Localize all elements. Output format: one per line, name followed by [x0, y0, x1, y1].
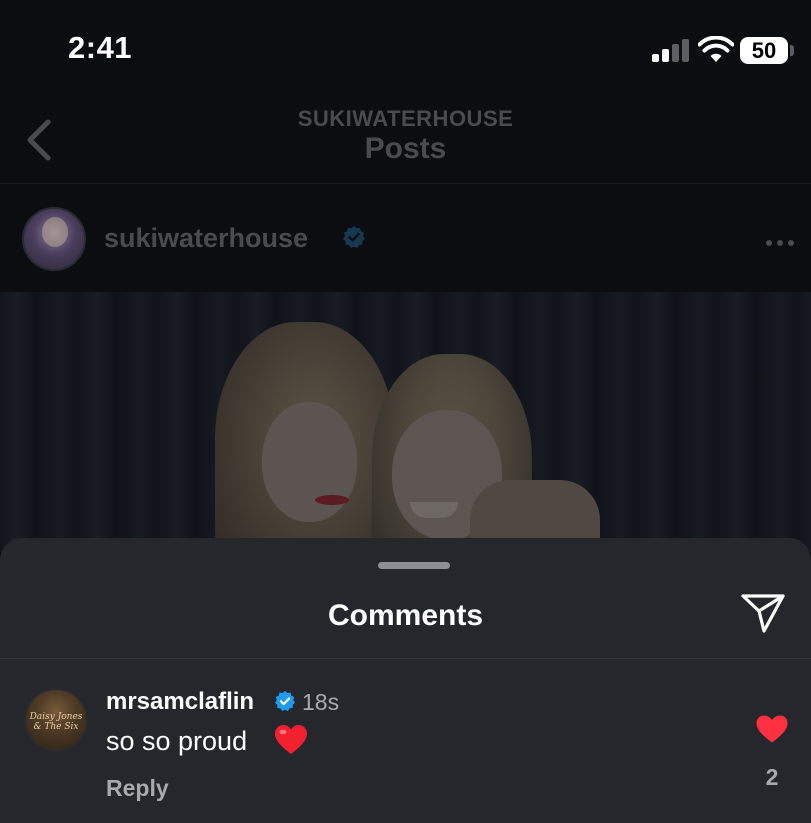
battery-indicator: 50 — [740, 37, 788, 64]
comment-timestamp: 18s — [302, 689, 340, 715]
post-image — [0, 292, 811, 552]
verified-badge-icon — [343, 226, 365, 248]
reply-button[interactable]: Reply — [106, 775, 169, 802]
comments-sheet: Comments Daisy Jones & The Six mrsamclaf… — [0, 538, 811, 823]
status-bar: 2:41 50 — [0, 0, 811, 96]
page-header: SUKIWATERHOUSE Posts — [0, 96, 811, 184]
avatar[interactable] — [22, 207, 86, 271]
cellular-signal-icon — [652, 38, 690, 62]
comment-text: so so proud — [106, 726, 248, 756]
comment-username[interactable]: mrsamclaflin — [106, 688, 254, 716]
wifi-icon — [698, 36, 734, 62]
like-count: 2 — [765, 764, 779, 790]
post-username[interactable]: sukiwaterhouse — [104, 223, 308, 254]
more-horizontal-icon[interactable] — [766, 233, 802, 246]
comments-title: Comments — [327, 599, 484, 632]
status-time: 2:41 — [68, 30, 133, 65]
divider — [0, 658, 811, 659]
verified-badge-icon — [275, 690, 295, 712]
heart-filled-icon[interactable] — [755, 714, 789, 744]
avatar[interactable]: Daisy Jones & The Six — [24, 688, 88, 752]
red-heart-emoji — [275, 725, 307, 754]
sheet-drag-handle[interactable] — [378, 562, 450, 569]
header-subtitle: SUKIWATERHOUSE — [297, 106, 514, 131]
send-icon[interactable] — [740, 592, 786, 634]
page-title: Posts — [364, 132, 447, 165]
battery-tip — [790, 45, 794, 56]
post-header: sukiwaterhouse — [0, 185, 811, 291]
avatar-text: Daisy Jones & The Six — [29, 712, 83, 732]
